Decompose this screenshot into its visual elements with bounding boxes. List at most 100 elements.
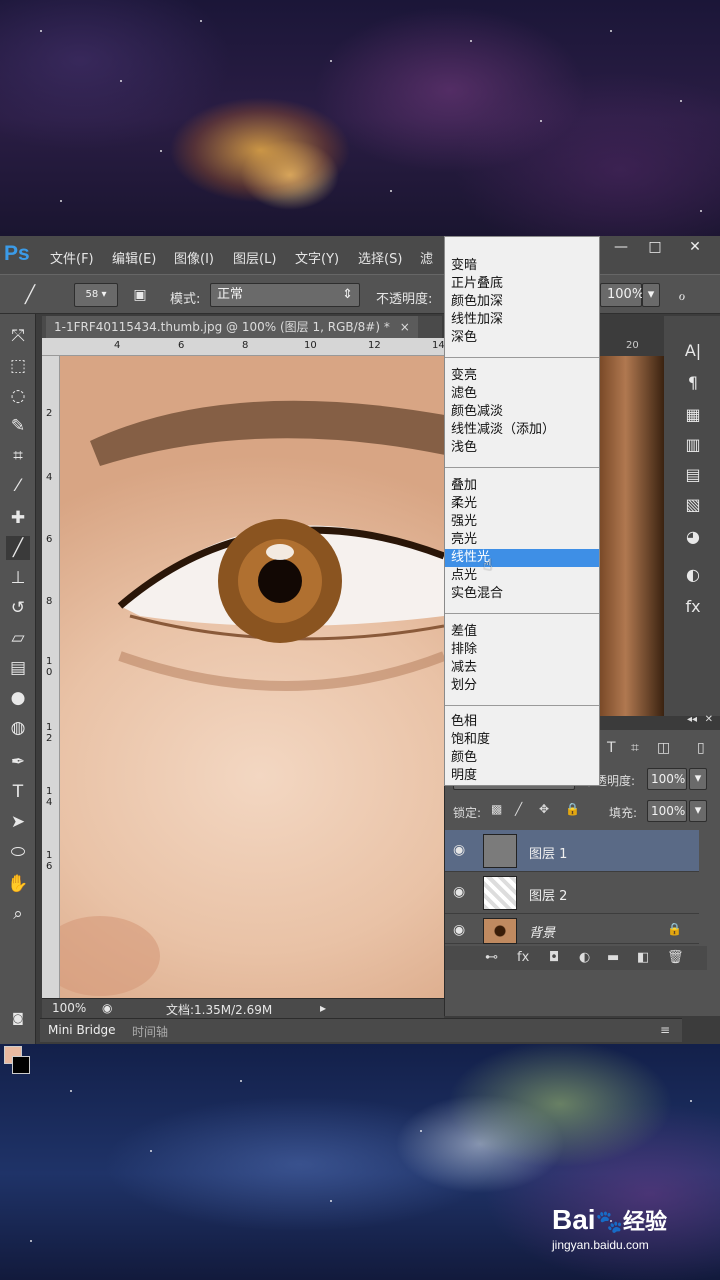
brush-size-picker[interactable]: 58 ▾: [74, 283, 118, 307]
blend-exclusion[interactable]: 排除: [451, 641, 477, 659]
layer-opacity-dropdown[interactable]: ▾: [689, 768, 707, 790]
pen-tool-icon[interactable]: ✒: [6, 750, 30, 774]
blend-linear-burn[interactable]: 线性加深: [451, 311, 503, 329]
lock-transparency-icon[interactable]: ▩: [491, 802, 502, 816]
hand-tool-icon[interactable]: ✋: [6, 872, 30, 896]
tab-mini-bridge[interactable]: Mini Bridge: [48, 1023, 116, 1037]
quick-mask-icon[interactable]: ◙: [6, 1006, 30, 1030]
smart-object-filter-icon[interactable]: ◫: [657, 740, 670, 756]
airbrush-icon[interactable]: ℴ: [670, 283, 694, 307]
blend-darken[interactable]: 变暗: [451, 257, 477, 275]
character-panel-icon[interactable]: A|: [682, 340, 704, 362]
history-brush-tool-icon[interactable]: ↺: [6, 596, 30, 620]
blend-color-burn[interactable]: 颜色加深: [451, 293, 503, 311]
blend-hard-light[interactable]: 强光: [451, 513, 477, 531]
menu-file[interactable]: 文件(F): [50, 248, 94, 267]
blend-hard-mix[interactable]: 实色混合: [451, 585, 503, 603]
stamp-tool-icon[interactable]: ⊥: [6, 566, 30, 590]
blend-overlay[interactable]: 叠加: [451, 477, 477, 495]
layer-opacity-input[interactable]: 100%: [647, 768, 687, 790]
fx-icon[interactable]: fx: [517, 950, 529, 965]
ellipse-tool-icon[interactable]: ⬭: [6, 840, 30, 864]
blend-lighter-color[interactable]: 浅色: [451, 439, 477, 457]
marquee-tool-icon[interactable]: ⬚: [6, 354, 30, 378]
collapse-icon[interactable]: ◂◂: [687, 714, 697, 725]
info-panel-icon[interactable]: ▦: [682, 404, 704, 426]
blend-hue[interactable]: 色相: [451, 713, 477, 731]
add-mask-icon[interactable]: ◘: [549, 950, 559, 965]
blend-divide[interactable]: 划分: [451, 677, 477, 695]
brush-tool-icon[interactable]: ╱: [18, 283, 42, 307]
panel-menu-icon[interactable]: ≡: [660, 1023, 670, 1037]
fill-dropdown[interactable]: ▾: [689, 800, 707, 822]
menu-layer[interactable]: 图层(L): [233, 248, 276, 267]
menu-edit[interactable]: 编辑(E): [112, 248, 156, 267]
blend-linear-dodge[interactable]: 线性减淡（添加）: [451, 421, 555, 439]
zoom-level[interactable]: 100%: [52, 1001, 86, 1015]
path-select-tool-icon[interactable]: ➤: [6, 810, 30, 834]
group-folder-icon[interactable]: ▬: [607, 950, 619, 965]
layer-row-layer2[interactable]: ◉ 图层 2: [445, 872, 699, 914]
blend-subtract[interactable]: 减去: [451, 659, 477, 677]
styles-panel-icon[interactable]: fx: [682, 596, 704, 618]
type-tool-icon[interactable]: T: [6, 780, 30, 804]
blend-darker-color[interactable]: 深色: [451, 329, 477, 347]
adjustments-panel-icon[interactable]: ◐: [682, 564, 704, 586]
layer-row-background[interactable]: ◉ 背景 🔒: [445, 914, 699, 944]
shape-filter-icon[interactable]: ⌗: [631, 740, 639, 756]
brush-presets-panel-icon[interactable]: ▧: [682, 494, 704, 516]
blend-lighten[interactable]: 变亮: [451, 367, 477, 385]
gradient-tool-icon[interactable]: ▤: [6, 656, 30, 680]
eyedropper-tool-icon[interactable]: ⁄: [6, 474, 30, 498]
close-button[interactable]: ✕: [680, 237, 710, 257]
move-tool-icon[interactable]: ⤧: [6, 324, 30, 348]
paragraph-panel-icon[interactable]: ¶: [682, 372, 704, 394]
crop-tool-icon[interactable]: ⌗: [6, 444, 30, 468]
link-layers-icon[interactable]: ⊷: [485, 950, 498, 965]
blend-vivid-light[interactable]: 亮光: [451, 531, 477, 549]
brush-tool-selected-icon[interactable]: ╱: [6, 536, 30, 560]
eye-icon[interactable]: ◉: [453, 884, 465, 900]
adjustment-layer-icon[interactable]: ◐: [579, 950, 590, 965]
color-palette-icon[interactable]: ◕: [682, 526, 704, 548]
menu-select[interactable]: 选择(S): [358, 248, 402, 267]
blend-screen[interactable]: 滤色: [451, 385, 477, 403]
brush-panel-icon[interactable]: ▣: [128, 283, 152, 307]
eye-icon[interactable]: ◉: [453, 842, 465, 858]
filter-toggle-icon[interactable]: ▯: [697, 740, 705, 756]
blend-color[interactable]: 颜色: [451, 749, 477, 767]
menu-filter[interactable]: 滤: [420, 248, 433, 267]
opacity-dropdown-button[interactable]: ▾: [642, 283, 660, 307]
tab-timeline[interactable]: 时间轴: [132, 1023, 168, 1040]
blend-soft-light[interactable]: 柔光: [451, 495, 477, 513]
eraser-tool-icon[interactable]: ▱: [6, 626, 30, 650]
blend-saturation[interactable]: 饱和度: [451, 731, 490, 749]
lock-position-icon[interactable]: ✥: [539, 802, 549, 816]
zoom-tool-icon[interactable]: ⌕: [6, 902, 30, 926]
lasso-tool-icon[interactable]: ◌: [6, 384, 30, 408]
swatches-panel-icon[interactable]: ▥: [682, 434, 704, 456]
status-menu-arrow-icon[interactable]: ▸: [320, 1001, 326, 1015]
background-color-swatch[interactable]: [12, 1056, 30, 1074]
healing-brush-tool-icon[interactable]: ✚: [6, 506, 30, 530]
fill-input[interactable]: 100%: [647, 800, 687, 822]
blend-multiply[interactable]: 正片叠底: [451, 275, 503, 293]
mode-select[interactable]: 正常 ⇕: [210, 283, 360, 307]
lock-all-icon[interactable]: 🔒: [565, 802, 580, 816]
history-panel-icon[interactable]: ▤: [682, 464, 704, 486]
menu-type[interactable]: 文字(Y): [295, 248, 339, 267]
menu-image[interactable]: 图像(I): [174, 248, 214, 267]
document-canvas[interactable]: [60, 356, 444, 998]
share-icon[interactable]: ◉: [102, 1001, 112, 1015]
eye-icon[interactable]: ◉: [453, 922, 465, 938]
dodge-tool-icon[interactable]: ◍: [6, 716, 30, 740]
blend-pin-light[interactable]: 点光: [451, 567, 477, 585]
new-layer-icon[interactable]: ◧: [637, 950, 649, 965]
blur-tool-icon[interactable]: ●: [6, 686, 30, 710]
maximize-button[interactable]: □: [640, 237, 670, 257]
minimize-button[interactable]: —: [606, 237, 636, 257]
blend-difference[interactable]: 差值: [451, 623, 477, 641]
blend-color-dodge[interactable]: 颜色减淡: [451, 403, 503, 421]
blend-luminosity[interactable]: 明度: [451, 767, 477, 785]
close-tab-icon[interactable]: ×: [400, 320, 410, 334]
